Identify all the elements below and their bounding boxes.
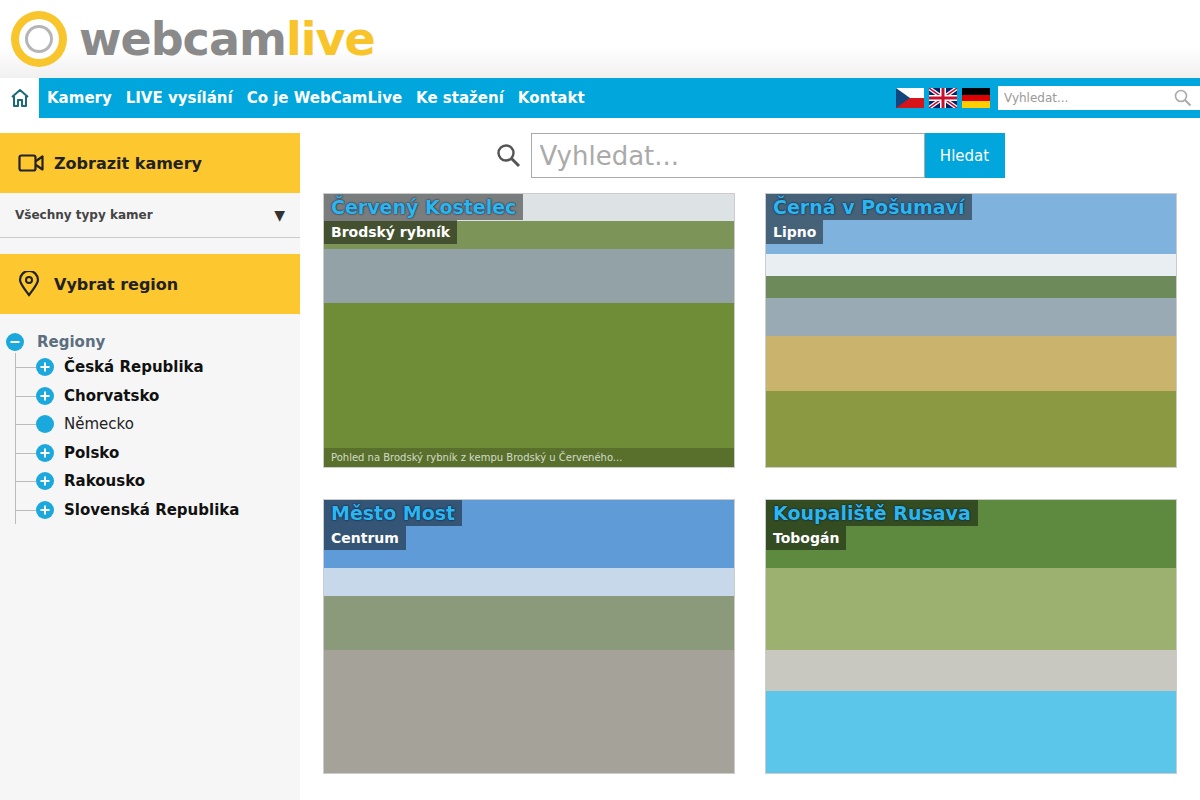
- expand-icon: [36, 444, 54, 462]
- tree-item[interactable]: Chorvatsko: [16, 382, 300, 411]
- search-icon[interactable]: [1174, 89, 1192, 107]
- logo[interactable]: webcamlive: [9, 9, 375, 69]
- uk-flag-icon[interactable]: [929, 88, 957, 108]
- home-icon: [10, 88, 30, 108]
- cameras-heading[interactable]: Zobrazit kamery: [0, 133, 300, 193]
- search-bar: Hledat: [323, 133, 1200, 178]
- camera-subtitle: Brodský rybník: [324, 220, 457, 244]
- sidebar: Zobrazit kameryVšechny typy kamer▼ Vybrat…: [0, 133, 300, 800]
- region-tree: RegionyČeská RepublikaChorvatskoNěmeckoP…: [0, 314, 300, 524]
- expand-icon: [36, 387, 54, 405]
- header-search: [998, 86, 1200, 110]
- language-flags: [896, 88, 990, 108]
- camera-card[interactable]: Město MostCentrum: [323, 499, 735, 774]
- nav-bar: KameryLIVE vysíláníCo je WebCamLiveKe st…: [0, 78, 1200, 118]
- camera-title: Město Most: [324, 500, 462, 526]
- camera-card[interactable]: Koupaliště RusavaTobogán: [765, 499, 1177, 774]
- home-button[interactable]: [0, 78, 39, 118]
- expand-icon: [36, 501, 54, 519]
- czech-flag-icon[interactable]: [896, 88, 924, 108]
- region-heading[interactable]: Vybrat region: [0, 254, 300, 314]
- camera-subtitle: Tobogán: [766, 526, 846, 550]
- camera-grid: Červený KostelecBrodský rybník Pohled na …: [323, 193, 1200, 774]
- tree-root[interactable]: Regiony: [6, 331, 300, 353]
- camera-card[interactable]: Červený KostelecBrodský rybník Pohled na …: [323, 193, 735, 468]
- collapse-icon[interactable]: [6, 333, 24, 351]
- tree-item[interactable]: Polsko: [16, 439, 300, 468]
- camera-subtitle: Lipno: [766, 220, 823, 244]
- logo-text-live: live: [286, 16, 375, 62]
- tree-item[interactable]: Česká Republika: [16, 353, 300, 382]
- header-search-input[interactable]: [998, 86, 1200, 110]
- camera-title: Koupaliště Rusava: [766, 500, 978, 526]
- nav-item[interactable]: Co je WebCamLive: [240, 89, 409, 107]
- tree-item[interactable]: Německo: [16, 410, 300, 439]
- nav-item[interactable]: Kamery: [40, 89, 119, 107]
- tree-item[interactable]: Rakousko: [16, 467, 300, 496]
- search-button[interactable]: Hledat: [925, 133, 1005, 178]
- expand-icon: [36, 472, 54, 490]
- german-flag-icon[interactable]: [962, 88, 990, 108]
- content: Zobrazit kameryVšechny typy kamer▼ Vybrat…: [0, 133, 1200, 800]
- camera-card[interactable]: Černá v PošumavíLipno: [765, 193, 1177, 468]
- leaf-dot-icon: [36, 415, 54, 433]
- page: webcamlive KameryLIVE vysíláníCo je WebCa…: [0, 0, 1200, 800]
- logo-text-webcam: webcam: [79, 16, 286, 62]
- tree-item[interactable]: Slovenská Republika: [16, 496, 300, 525]
- search-input[interactable]: [531, 133, 925, 178]
- video-camera-icon: [18, 153, 44, 173]
- location-pin-icon: [18, 271, 40, 297]
- camera-type-select[interactable]: Všechny typy kamer▼: [0, 193, 300, 238]
- expand-icon: [36, 358, 54, 376]
- camera-title: Černá v Pošumaví: [766, 194, 972, 220]
- camera-caption: Pohled na Brodský rybník z kempu Brodský…: [324, 448, 734, 467]
- nav-item[interactable]: LIVE vysílání: [119, 89, 240, 107]
- tree-children: Česká RepublikaChorvatskoNěmeckoPolskoRa…: [15, 353, 300, 524]
- nav-item[interactable]: Ke stažení: [409, 89, 511, 107]
- dropdown-arrow: ▼: [274, 207, 285, 223]
- main: Hledat Červený KostelecBrodský rybník Pohl…: [300, 133, 1200, 800]
- nav-item[interactable]: Kontakt: [511, 89, 592, 107]
- header: webcamlive: [0, 0, 1200, 78]
- camera-title: Červený Kostelec: [324, 194, 523, 220]
- search-icon: [496, 143, 522, 169]
- webcam-lens-icon: [9, 9, 69, 69]
- camera-subtitle: Centrum: [324, 526, 406, 550]
